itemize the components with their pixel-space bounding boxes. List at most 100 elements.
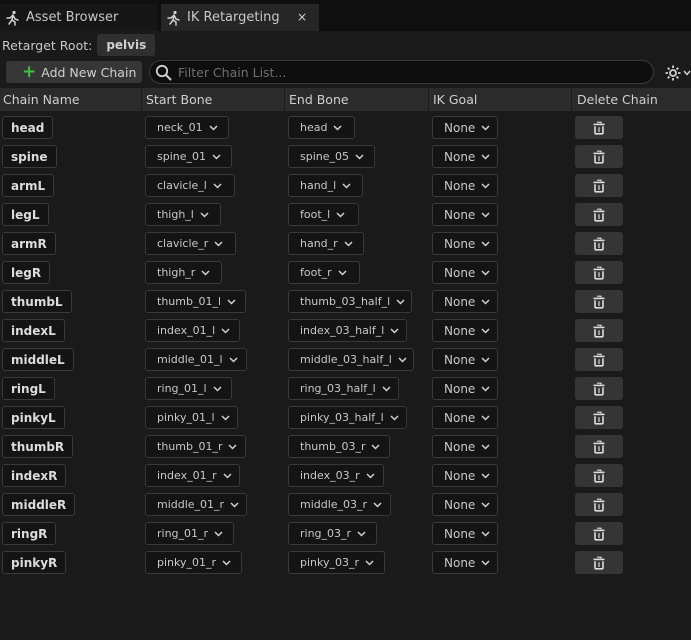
delete-chain-button[interactable] — [575, 551, 623, 574]
ik-goal-dropdown[interactable]: None — [432, 464, 498, 487]
start-bone-dropdown[interactable]: index_01_r — [145, 464, 240, 487]
ik-goal-dropdown[interactable]: None — [432, 203, 498, 226]
start-bone-dropdown[interactable]: clavicle_l — [145, 174, 235, 197]
ik-goal-dropdown[interactable]: None — [432, 406, 498, 429]
column-divider[interactable] — [428, 88, 429, 111]
end-bone-dropdown[interactable]: index_03_r — [288, 464, 384, 487]
ik-goal-dropdown[interactable]: None — [432, 145, 498, 168]
chain-name-field[interactable]: armR — [2, 232, 56, 255]
end-bone-dropdown[interactable]: spine_05 — [288, 145, 375, 168]
end-bone-dropdown[interactable]: hand_l — [288, 174, 363, 197]
end-bone-dropdown[interactable]: middle_03_r — [288, 493, 391, 516]
start-bone-dropdown[interactable]: spine_01 — [145, 145, 232, 168]
chain-name-field[interactable]: pinkyL — [2, 406, 65, 429]
start-bone-dropdown[interactable]: pinky_01_r — [145, 551, 242, 574]
delete-chain-button[interactable] — [575, 464, 623, 487]
chain-name-field[interactable]: pinkyR — [2, 551, 67, 574]
end-bone-dropdown[interactable]: foot_l — [288, 203, 359, 226]
start-bone-dropdown[interactable]: pinky_01_l — [145, 406, 238, 429]
column-chain-name[interactable]: Chain Name — [0, 88, 141, 111]
ik-goal-dropdown[interactable]: None — [432, 174, 498, 197]
start-bone-dropdown[interactable]: thigh_r — [145, 261, 222, 284]
chain-name-field[interactable]: indexR — [2, 464, 67, 487]
start-bone-dropdown[interactable]: thigh_l — [145, 203, 221, 226]
end-bone-dropdown[interactable]: foot_r — [288, 261, 360, 284]
chain-name-field[interactable]: ringR — [2, 522, 57, 545]
delete-chain-button[interactable] — [575, 348, 623, 371]
ik-goal-dropdown[interactable]: None — [432, 261, 498, 284]
end-bone-dropdown[interactable]: middle_03_half_l — [288, 348, 414, 371]
delete-chain-button[interactable] — [575, 116, 623, 139]
delete-chain-button[interactable] — [575, 203, 623, 226]
delete-chain-button[interactable] — [575, 145, 623, 168]
start-bone-dropdown[interactable]: ring_01_l — [145, 377, 232, 400]
ik-goal-dropdown[interactable]: None — [432, 377, 498, 400]
ik-goal-dropdown[interactable]: None — [432, 522, 498, 545]
ik-goal-dropdown[interactable]: None — [432, 435, 498, 458]
ik-goal-dropdown[interactable]: None — [432, 116, 498, 139]
chain-name-field[interactable]: indexL — [2, 319, 65, 342]
start-bone-dropdown[interactable]: clavicle_r — [145, 232, 236, 255]
chain-name-field[interactable]: spine — [2, 145, 57, 168]
delete-chain-button[interactable] — [575, 522, 623, 545]
column-delete-chain[interactable]: Delete Chain — [574, 88, 691, 111]
chain-name-field[interactable]: thumbR — [2, 435, 74, 458]
ik-goal-dropdown[interactable]: None — [432, 348, 498, 371]
chain-name-field[interactable]: middleR — [2, 493, 76, 516]
ik-goal-dropdown[interactable]: None — [432, 493, 498, 516]
chain-name-field[interactable]: ringL — [2, 377, 55, 400]
column-divider[interactable] — [141, 88, 142, 111]
chain-name-field[interactable]: middleL — [2, 348, 74, 371]
chain-name-field[interactable]: armL — [2, 174, 55, 197]
start-bone-value: middle_01_l — [157, 353, 223, 366]
delete-chain-button[interactable] — [575, 493, 623, 516]
ik-goal-dropdown[interactable]: None — [432, 232, 498, 255]
end-bone-value: spine_05 — [300, 150, 350, 163]
settings-button[interactable] — [664, 63, 691, 83]
ik-goal-dropdown[interactable]: None — [432, 551, 498, 574]
filter-chain-input[interactable] — [178, 64, 653, 80]
column-start-bone[interactable]: Start Bone — [143, 88, 284, 111]
end-bone-dropdown[interactable]: pinky_03_r — [288, 551, 385, 574]
delete-chain-button[interactable] — [575, 435, 623, 458]
chain-name-field[interactable]: legL — [2, 203, 49, 226]
column-end-bone[interactable]: End Bone — [286, 88, 428, 111]
start-bone-dropdown[interactable]: middle_01_l — [145, 348, 247, 371]
delete-chain-button[interactable] — [575, 290, 623, 313]
delete-chain-button[interactable] — [575, 319, 623, 342]
delete-chain-button[interactable] — [575, 377, 623, 400]
end-bone-dropdown[interactable]: ring_03_r — [288, 522, 377, 545]
chain-name-field[interactable]: head — [2, 116, 54, 139]
close-icon[interactable]: × — [297, 10, 307, 24]
end-bone-dropdown[interactable]: head — [288, 116, 355, 139]
end-bone-dropdown[interactable]: index_03_half_l — [288, 319, 407, 342]
start-bone-dropdown[interactable]: middle_01_r — [145, 493, 247, 516]
tab-ik-retargeting[interactable]: IK Retargeting × — [161, 4, 319, 31]
delete-chain-button[interactable] — [575, 406, 623, 429]
ik-goal-dropdown[interactable]: None — [432, 290, 498, 313]
chain-name-field[interactable]: legR — [2, 261, 51, 284]
end-bone-dropdown[interactable]: pinky_03_half_l — [288, 406, 407, 429]
delete-chain-button[interactable] — [575, 174, 623, 197]
ik-goal-value: None — [444, 323, 476, 338]
chain-name-field[interactable]: thumbL — [2, 290, 72, 313]
start-bone-dropdown[interactable]: thumb_01_l — [145, 290, 246, 313]
column-divider[interactable] — [571, 88, 572, 111]
column-ik-goal[interactable]: IK Goal — [430, 88, 571, 111]
column-divider[interactable] — [284, 88, 285, 111]
ik-goal-dropdown[interactable]: None — [432, 319, 498, 342]
delete-chain-button[interactable] — [575, 232, 623, 255]
chain-row: spine spine_01 spine_05 None — [0, 142, 691, 171]
retarget-root-value[interactable]: pelvis — [97, 34, 156, 56]
end-bone-dropdown[interactable]: ring_03_half_l — [288, 377, 399, 400]
delete-chain-button[interactable] — [575, 261, 623, 284]
end-bone-dropdown[interactable]: thumb_03_half_l — [288, 290, 412, 313]
end-bone-dropdown[interactable]: thumb_03_r — [288, 435, 390, 458]
start-bone-dropdown[interactable]: neck_01 — [145, 116, 229, 139]
start-bone-dropdown[interactable]: thumb_01_r — [145, 435, 246, 458]
start-bone-dropdown[interactable]: index_01_l — [145, 319, 240, 342]
add-new-chain-button[interactable]: + Add New Chain — [6, 61, 142, 83]
end-bone-dropdown[interactable]: hand_r — [288, 232, 364, 255]
tab-asset-browser[interactable]: Asset Browser — [0, 4, 157, 31]
start-bone-dropdown[interactable]: ring_01_r — [145, 522, 234, 545]
